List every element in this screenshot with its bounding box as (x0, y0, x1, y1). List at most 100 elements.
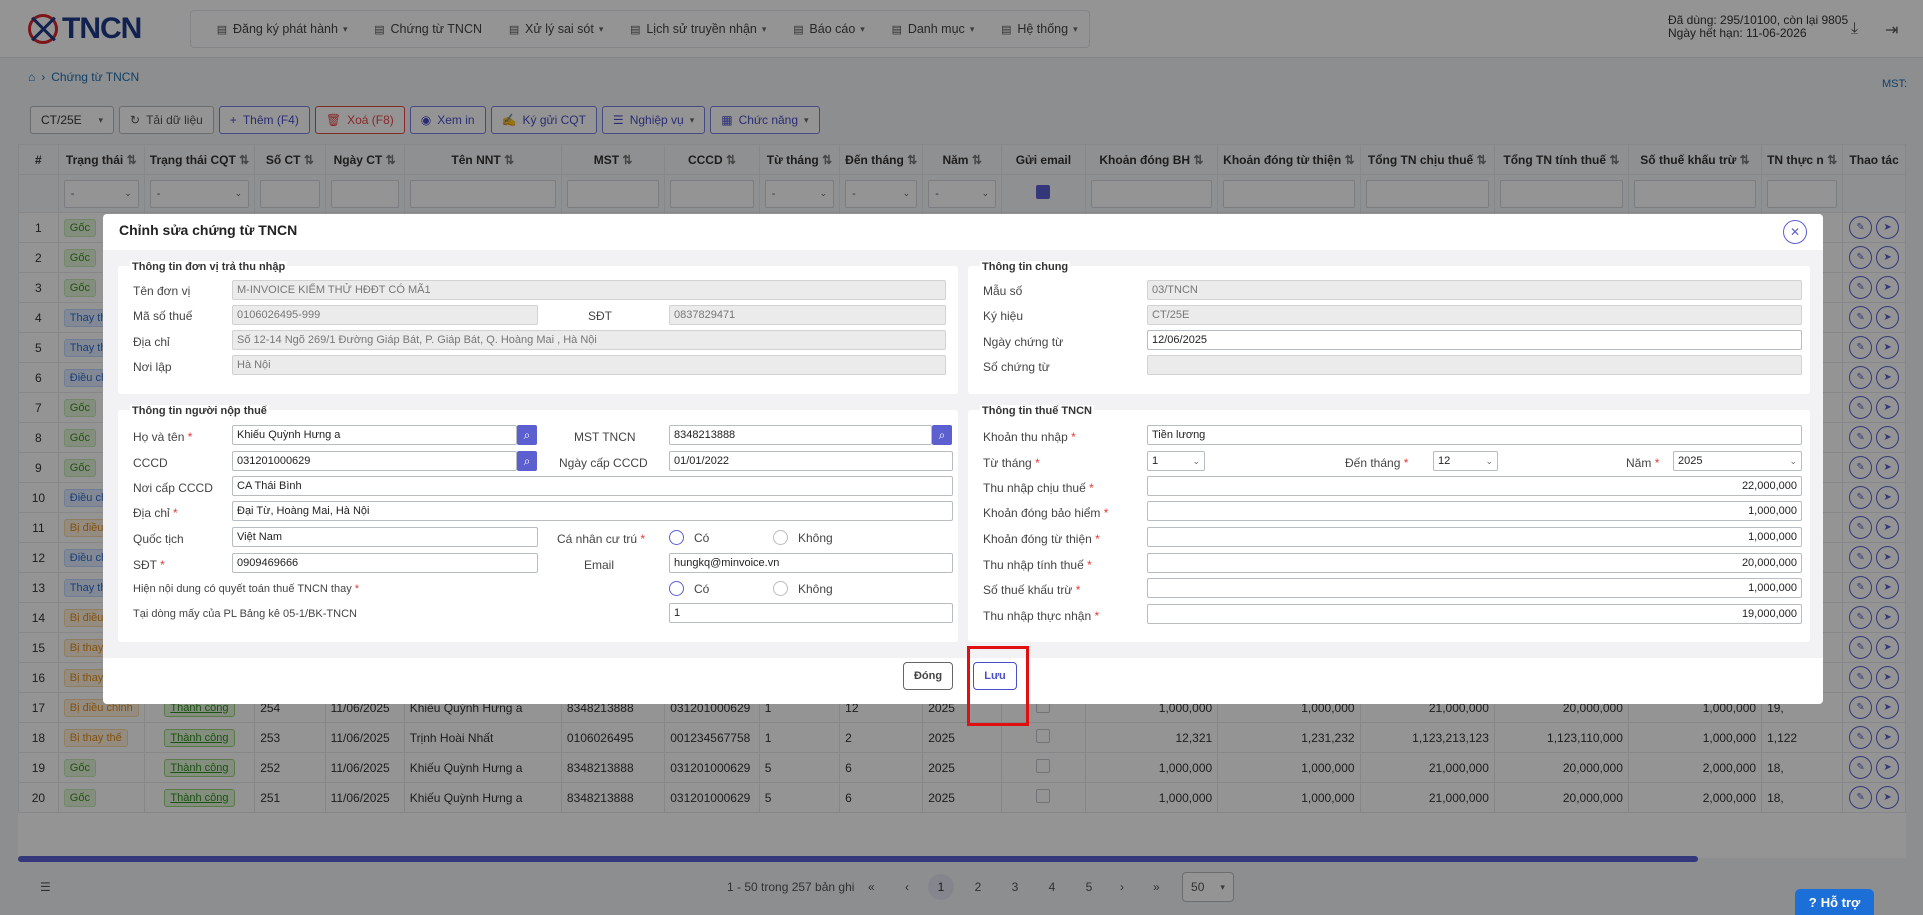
form-field[interactable]: 03/TNCN (1147, 280, 1802, 300)
payer-tax-field[interactable]: 0106026495-999 (232, 305, 538, 325)
to-month-label: Đến tháng * (1345, 456, 1408, 470)
insurance-label-text: Khoản đóng bảo hiểm (983, 506, 1101, 520)
required-mark: * (640, 532, 646, 546)
cccd-field[interactable]: 031201000629 (232, 451, 517, 471)
cccd-place-field[interactable]: CA Thái Bình (232, 476, 953, 496)
cccd-place-label: Nơi cấp CCCD (133, 481, 213, 495)
payer-phone-field[interactable]: 0837829471 (669, 305, 946, 325)
help-button[interactable]: ? Hỗ trợ (1795, 889, 1874, 915)
radio-circle (669, 530, 684, 545)
net-income-label: Thu nhập thực nhận * (983, 609, 1099, 623)
nationality-field[interactable]: Việt Nam (232, 527, 538, 547)
taxable-income-field[interactable]: 22,000,000 (1147, 476, 1802, 496)
charity-field[interactable]: 1,000,000 (1147, 527, 1802, 547)
payer-name-field[interactable]: M-INVOICE KIỂM THỬ HĐĐT CÓ MÃ1 (232, 280, 946, 300)
year-label: Năm * (1626, 456, 1659, 470)
to-month-select[interactable]: 12 ⌄ (1433, 451, 1498, 471)
search-icon[interactable]: ⌕ (932, 425, 952, 445)
cccd-date-field[interactable]: 01/01/2022 (669, 451, 953, 471)
chevron-down-icon: ⌄ (1789, 455, 1797, 466)
taxpayer-address-label-text: Địa chỉ (133, 506, 170, 520)
doc-number-field[interactable] (1147, 355, 1802, 375)
settle-yes-radio[interactable]: Có (669, 581, 709, 596)
chevron-down-icon: ⌄ (1485, 455, 1493, 466)
payer-tax-label: Mã số thuế (133, 309, 193, 323)
withheld-tax-field[interactable]: 1,000,000 (1147, 578, 1802, 598)
insurance-field[interactable]: 1,000,000 (1147, 501, 1802, 521)
radio-circle (669, 581, 684, 596)
email-field[interactable]: hungkq@minvoice.vn (669, 553, 953, 573)
net-income-label-text: Thu nhập thực nhận (983, 609, 1092, 623)
required-mark: * (1403, 456, 1409, 470)
from-month-label: Từ tháng * (983, 456, 1040, 470)
required-mark: * (1095, 532, 1100, 546)
mst-tncn-label: MST TNCN (574, 430, 636, 444)
radio-label: Không (798, 581, 833, 596)
general-section: Thông tin chung Mẫu số 03/TNCN Ký hiệu C… (968, 261, 1810, 394)
mst-tncn-field[interactable]: 8348213888 (669, 425, 932, 445)
taxpayer-address-field[interactable]: Đại Từ, Hoàng Mai, Hà Nội (232, 501, 953, 521)
cccd-date-label: Ngày cấp CCCD (559, 456, 648, 470)
required-mark: * (1103, 506, 1109, 520)
form-label: Mẫu số (983, 284, 1023, 298)
resident-no-radio[interactable]: Không (773, 530, 833, 545)
payer-section-title: Thông tin đơn vị trả thu nhập (130, 261, 288, 273)
taxpayer-phone-field[interactable]: 0909469666 (232, 553, 538, 573)
taxable-income-label: Thu nhập chịu thuế * (983, 481, 1094, 495)
search-icon[interactable]: ⌕ (517, 451, 537, 471)
insurance-label: Khoản đóng bảo hiểm * (983, 506, 1108, 520)
resident-label: Cá nhân cư trú * (557, 532, 645, 546)
modal-title: Chỉnh sửa chứng từ TNCN (119, 222, 298, 238)
payer-address-label: Địa chỉ (133, 335, 170, 349)
settle-label-text: Hiện nội dung có quyết toán thuế TNCN th… (133, 583, 352, 595)
from-month-select[interactable]: 1 ⌄ (1147, 451, 1205, 471)
edit-document-modal: Chỉnh sửa chứng từ TNCN ✕ Thông tin đơn … (103, 214, 1823, 704)
taxable-income-label-text: Thu nhập chịu thuế (983, 481, 1086, 495)
nationality-label: Quốc tịch (133, 532, 184, 546)
year-label-text: Năm (1626, 456, 1652, 470)
resident-yes-radio[interactable]: Có (669, 530, 709, 545)
income-type-label: Khoản thu nhập * (983, 430, 1076, 444)
close-icon[interactable]: ✕ (1783, 220, 1807, 244)
withheld-tax-label: Số thuế khấu trừ * (983, 583, 1080, 597)
taxpayer-name-label-text: Họ và tên (133, 430, 185, 444)
radio-label: Có (694, 581, 710, 596)
taxpayer-name-field[interactable]: Khiếu Quỳnh Hưng a (232, 425, 517, 445)
taxpayer-name-label: Họ và tên * (133, 430, 192, 444)
tax-section-title: Thông tin thuế TNCN (980, 405, 1094, 417)
modal-body: Thông tin đơn vị trả thu nhập Tên đơn vị… (103, 250, 1823, 658)
net-income-field[interactable]: 19,000,000 (1147, 604, 1802, 624)
symbol-field[interactable]: CT/25E (1147, 305, 1802, 325)
assessable-income-field[interactable]: 20,000,000 (1147, 553, 1802, 573)
assessable-income-label: Thu nhập tính thuế * (983, 558, 1092, 572)
doc-date-field[interactable]: 12/06/2025 (1147, 330, 1802, 350)
required-mark: * (1654, 456, 1660, 470)
income-type-field[interactable]: Tiền lương (1147, 425, 1802, 445)
required-mark: * (1071, 430, 1076, 444)
chevron-down-icon: ⌄ (1192, 455, 1200, 466)
resident-label-text: Cá nhân cư trú (557, 532, 638, 546)
charity-label-text: Khoản đóng từ thiện (983, 532, 1092, 546)
charity-label: Khoản đóng từ thiện * (983, 532, 1100, 546)
required-mark: * (187, 430, 193, 444)
to-month-label-text: Đến tháng (1345, 456, 1401, 470)
required-mark: * (1094, 609, 1100, 623)
settle-no-radio[interactable]: Không (773, 581, 833, 596)
highlight-box (967, 646, 1029, 726)
help-label: Hỗ trợ (1820, 894, 1861, 910)
income-type-label-text: Khoản thu nhập (983, 430, 1068, 444)
close-button[interactable]: Đóng (903, 662, 953, 690)
from-month-value: 1 (1152, 455, 1159, 467)
required-mark: * (1035, 456, 1040, 470)
required-mark: * (173, 506, 178, 520)
payer-address-field[interactable]: Số 12-14 Ngõ 269/1 Đường Giáp Bát, P. Gi… (232, 330, 946, 350)
taxpayer-section-title: Thông tin người nộp thuế (130, 405, 269, 417)
appendix-row-field[interactable]: 1 (669, 603, 953, 623)
payer-section: Thông tin đơn vị trả thu nhập Tên đơn vị… (118, 261, 958, 394)
to-month-value: 12 (1438, 455, 1451, 467)
year-select[interactable]: 2025 ⌄ (1673, 451, 1802, 471)
required-mark: * (354, 583, 360, 595)
search-icon[interactable]: ⌕ (517, 425, 537, 445)
required-mark: * (1089, 481, 1094, 495)
payer-place-field[interactable]: Hà Nội (232, 355, 946, 375)
